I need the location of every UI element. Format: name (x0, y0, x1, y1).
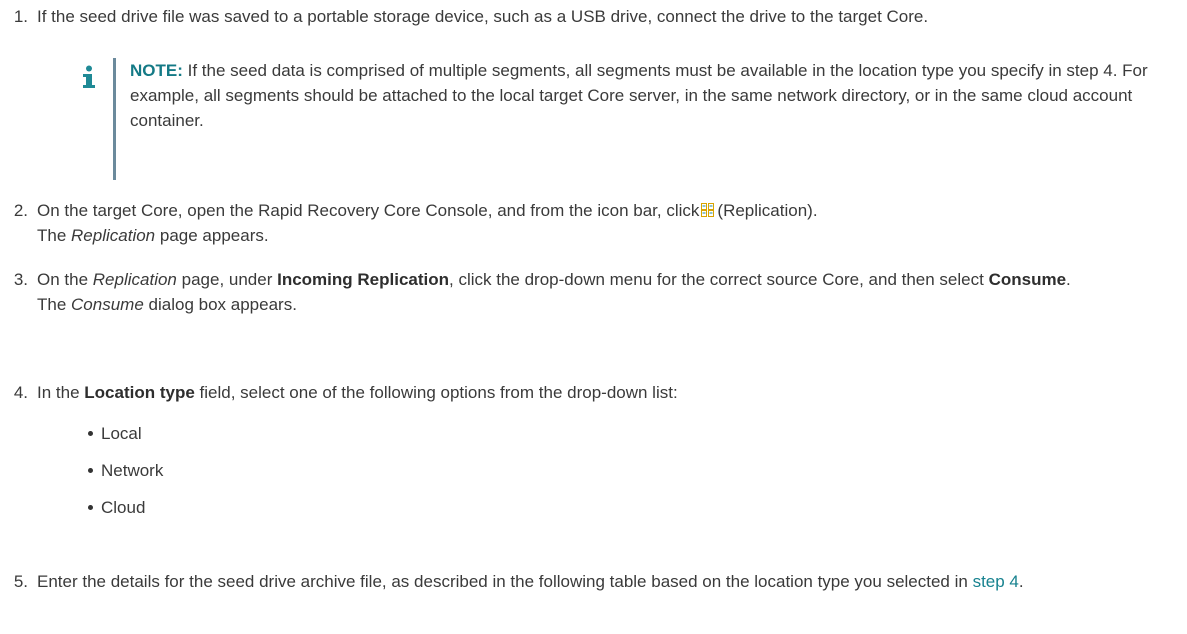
note-divider (113, 58, 116, 180)
note-body: If the seed data is comprised of multipl… (130, 61, 1148, 130)
step-text-part: page appears. (159, 226, 269, 245)
step-text-part: page, under (181, 270, 273, 289)
list-item-label: Network (101, 461, 164, 480)
step-text-part: The (37, 295, 67, 314)
step-number: 4. (13, 383, 28, 402)
bullet-icon (88, 431, 93, 437)
step-text: On the Replication page, under Incoming … (37, 267, 1170, 317)
bullet-icon (88, 468, 93, 474)
list-item: Cloud (88, 495, 145, 520)
step-text-part: In the (37, 383, 80, 402)
step-text: In the Location type field, select one o… (37, 380, 1170, 405)
step-text-part: Enter the details for the seed drive arc… (37, 572, 968, 591)
step-text: On the target Core, open the Rapid Recov… (37, 198, 1170, 248)
step-text-part: (Replication). (717, 201, 818, 220)
step-text-part: field, select one of the following optio… (199, 383, 678, 402)
step-text-part: . (1066, 270, 1071, 289)
list-item: Network (88, 458, 163, 483)
list-item-label: Cloud (101, 498, 146, 517)
dialog-name: Consume (71, 295, 144, 314)
replication-icon (701, 203, 715, 217)
bullet-icon (88, 505, 93, 511)
ui-term: Incoming Replication (277, 270, 450, 289)
ui-term: Location type (84, 383, 195, 402)
info-icon (83, 65, 95, 88)
note-text: NOTE: If the seed data is comprised of m… (130, 58, 1158, 133)
step-text-part: dialog box appears. (148, 295, 297, 314)
list-item-label: Local (101, 424, 142, 443)
step-4-link[interactable]: step 4 (973, 572, 1019, 591)
list-item: Local (88, 421, 142, 446)
page-name: Replication (71, 226, 156, 245)
document-page: 1. If the seed drive file was saved to a… (0, 0, 1187, 634)
ui-term: Consume (988, 270, 1067, 289)
step-text-part: , click the drop-down menu for the corre… (449, 270, 984, 289)
step-text-part: The (37, 226, 67, 245)
step-text-part: On the (37, 270, 89, 289)
step-text: If the seed drive file was saved to a po… (37, 7, 929, 26)
step-number: 1. (13, 7, 28, 26)
step-text: Enter the details for the seed drive arc… (37, 569, 1170, 594)
step-number: 2. (13, 201, 28, 220)
step-text-part: On the target Core, open the Rapid Recov… (37, 201, 700, 220)
page-name: Replication (92, 270, 177, 289)
note-label: NOTE: (130, 61, 183, 80)
step-text-part: . (1018, 572, 1024, 591)
step-number: 3. (13, 270, 28, 289)
note-callout: NOTE: If the seed data is comprised of m… (78, 58, 1158, 180)
step-number: 5. (13, 572, 28, 591)
